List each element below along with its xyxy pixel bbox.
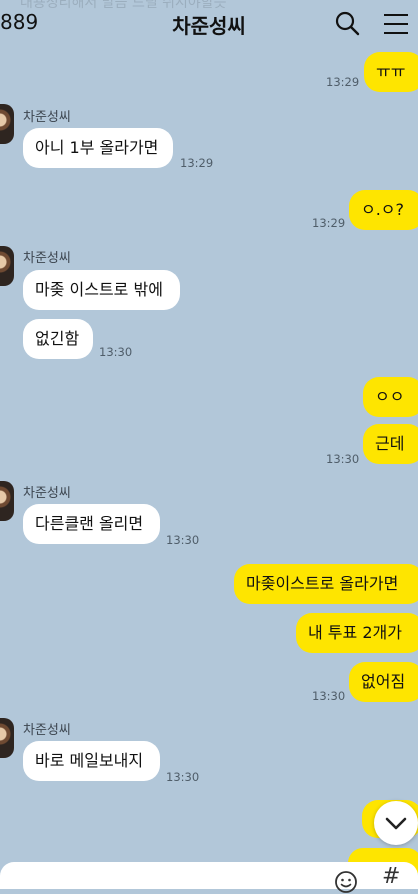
my-message-bubble[interactable]: 근데 — [363, 424, 418, 464]
message-time: 13:29 — [180, 156, 214, 170]
message-time: 13:30 — [326, 452, 360, 466]
sender-name: 차준성씨 — [23, 486, 71, 501]
scroll-to-bottom-button[interactable] — [374, 801, 418, 845]
my-message-bubble[interactable]: 마좆이스트로 올라가면 — [234, 564, 418, 604]
message-time: 13:30 — [166, 533, 200, 547]
message-time: 13:30 — [166, 770, 200, 784]
message-time: 13:30 — [99, 345, 133, 359]
message-time: 13:29 — [326, 75, 360, 89]
my-message-bubble[interactable]: 없어짐 — [349, 662, 418, 702]
sender-avatar[interactable] — [0, 104, 14, 144]
sender-name: 차준성씨 — [23, 251, 71, 266]
search-icon[interactable] — [334, 10, 360, 36]
other-message-bubble[interactable]: 다른클랜 올리면 — [23, 504, 160, 544]
message-time: 13:29 — [312, 216, 346, 230]
sender-avatar[interactable] — [0, 718, 14, 758]
chevron-down-icon — [385, 817, 407, 830]
sender-name: 차준성씨 — [23, 723, 71, 738]
other-message-bubble[interactable]: 아니 1부 올라가면 — [23, 128, 173, 168]
hash-icon[interactable]: # — [382, 864, 400, 889]
other-message-bubble[interactable]: 마좆 이스트로 밖에 — [23, 270, 180, 310]
message-input-bar[interactable]: # — [0, 862, 418, 893]
sender-name: 차준성씨 — [23, 110, 71, 125]
my-message-bubble[interactable]: ㅠㅠ — [364, 52, 418, 92]
chat-header: 대용정리해서 말씀 드릴 쉬시야할듯 889 차준성씨 — [0, 0, 418, 48]
menu-icon[interactable] — [382, 12, 410, 36]
emoji-icon[interactable] — [334, 870, 358, 894]
sender-avatar[interactable] — [0, 246, 14, 286]
my-message-bubble[interactable]: ㅇ.ㅇ? — [349, 190, 418, 230]
sender-avatar[interactable] — [0, 481, 14, 521]
message-time: 13:30 — [312, 689, 346, 703]
my-message-bubble[interactable]: ㅇㅇ — [363, 377, 418, 417]
my-message-bubble[interactable]: 내 투표 2개가 — [296, 613, 418, 653]
other-message-bubble[interactable]: 바로 메일보내지 — [23, 741, 160, 781]
other-message-bubble[interactable]: 없긴함 — [23, 319, 93, 359]
